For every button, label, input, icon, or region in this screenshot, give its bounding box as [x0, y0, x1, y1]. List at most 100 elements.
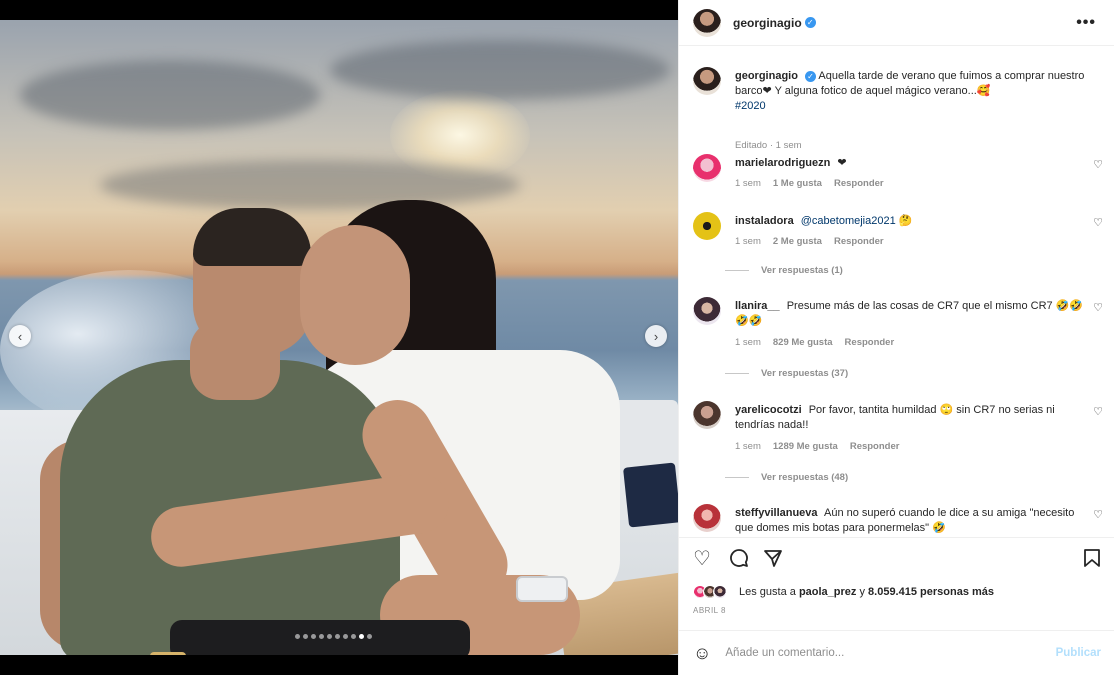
carousel-dot [343, 634, 348, 639]
share-icon[interactable] [763, 548, 783, 573]
avatar[interactable] [693, 504, 721, 532]
view-replies-label: Ver respuestas (37) [761, 368, 849, 379]
chevron-right-icon: › [653, 328, 659, 344]
likes-middle: y [856, 586, 869, 598]
avatar[interactable] [693, 212, 721, 240]
divider [725, 477, 749, 478]
reply-button[interactable]: Responder [845, 337, 895, 348]
comment-likes[interactable]: 2 Me gusta [773, 236, 822, 247]
carousel-dot [359, 634, 364, 639]
carousel-dot [311, 634, 316, 639]
divider [725, 270, 749, 271]
avatar[interactable] [693, 297, 721, 325]
comment-time: 1 sem [735, 337, 761, 348]
comment-meta: 1 sem 829 Me gusta Responder [735, 337, 894, 348]
post-photo[interactable] [0, 20, 678, 655]
publish-button[interactable]: Publicar [1056, 647, 1101, 659]
pillow [623, 462, 678, 528]
cloud [330, 40, 670, 100]
likes-count[interactable]: 8.059.415 personas más [868, 586, 994, 598]
avatar[interactable] [693, 67, 721, 95]
post-date: ABRIL 8 [693, 606, 726, 615]
heart-icon[interactable]: ♡ [1093, 405, 1103, 418]
comment-username[interactable]: yarelicocotzi [735, 404, 802, 416]
verified-badge-icon: ✓ [804, 70, 816, 82]
comment-time: 1 sem [735, 236, 761, 247]
wristwatch [516, 576, 568, 602]
cloud [20, 60, 320, 130]
carousel-dot [303, 634, 308, 639]
comment-time: 1 sem [735, 178, 761, 189]
avatar[interactable] [693, 154, 721, 182]
comment-text: 🤔 [895, 215, 913, 227]
comment-meta: 1 sem 1289 Me gusta Responder [735, 441, 899, 452]
carousel-prev-button[interactable]: ‹ [9, 325, 31, 347]
likes-summary[interactable]: Les gusta a paola_prez y 8.059.415 perso… [693, 585, 1103, 599]
view-replies-button[interactable]: Ver respuestas (1) [725, 265, 843, 276]
post-header: georginagio ✓ ••• [679, 0, 1114, 46]
caption-edited-time: Editado · 1 sem [735, 140, 802, 151]
view-replies-label: Ver respuestas (48) [761, 472, 849, 483]
reply-button[interactable]: Responder [834, 178, 884, 189]
comment-body: steffyvillanueva Aún no superó cuando le… [735, 506, 1085, 536]
comment-likes[interactable]: 1289 Me gusta [773, 441, 838, 452]
caption-meta: Editado · 1 sem [735, 140, 802, 151]
caption-body: georginagio ✓ Aquella tarde de verano que… [735, 69, 1085, 114]
caption-username[interactable]: georginagio [735, 70, 798, 82]
view-replies-label: Ver respuestas (1) [761, 265, 843, 276]
heart-icon[interactable]: ♡ [693, 548, 711, 570]
comment-input[interactable] [725, 647, 1056, 659]
heart-icon[interactable]: ♡ [1093, 508, 1103, 521]
cloud [100, 160, 520, 210]
chevron-left-icon: ‹ [17, 328, 23, 344]
heart-icon[interactable]: ♡ [1093, 158, 1103, 171]
reply-button[interactable]: Responder [850, 441, 900, 452]
comment-username[interactable]: marielarodriguezn [735, 157, 830, 169]
carousel-dot [295, 634, 300, 639]
avatar[interactable] [693, 401, 721, 429]
reply-button[interactable]: Responder [834, 236, 884, 247]
mention-link[interactable]: @cabetomejia2021 [801, 215, 896, 227]
carousel-dot [335, 634, 340, 639]
comment-composer: ☺ Publicar [679, 630, 1114, 675]
woman-head [300, 225, 410, 365]
carousel-dot [351, 634, 356, 639]
comment-username[interactable]: llanira__ [735, 300, 780, 312]
bracelet [150, 652, 186, 655]
comment-username[interactable]: steffyvillanueva [735, 507, 818, 519]
view-replies-button[interactable]: Ver respuestas (48) [725, 472, 848, 483]
liker-username[interactable]: paola_prez [799, 586, 856, 598]
comment-body: llanira__ Presume más de las cosas de CR… [735, 299, 1085, 329]
comment-body: instaladora @cabetomejia2021 🤔 [735, 214, 1085, 229]
carousel-dot [327, 634, 332, 639]
comment-text: Presume más de las cosas de CR7 que el m… [735, 300, 1084, 327]
comments-list[interactable]: georginagio ✓ Aquella tarde de verano que… [679, 47, 1114, 537]
post-actions-bar: ♡ [679, 537, 1114, 581]
comment-body: marielarodriguezn ❤ [735, 156, 1085, 171]
comment-meta: 1 sem 2 Me gusta Responder [735, 236, 884, 247]
likes-text: Les gusta a paola_prez y 8.059.415 perso… [739, 586, 994, 598]
comment-likes[interactable]: 1 Me gusta [773, 178, 822, 189]
comment-text: ❤ [837, 157, 847, 169]
hashtag-link[interactable]: #2020 [735, 100, 766, 112]
header-username[interactable]: georginagio [733, 16, 802, 30]
post-side-panel: georginagio ✓ ••• georginagio ✓ Aquella t… [678, 0, 1114, 675]
emoji-icon[interactable]: ☺ [693, 643, 711, 664]
heart-icon[interactable]: ♡ [1093, 301, 1103, 314]
divider [725, 373, 749, 374]
carousel-next-button[interactable]: › [645, 325, 667, 347]
post-media: ‹ › [0, 0, 678, 675]
avatar[interactable] [693, 8, 721, 37]
comment-username[interactable]: instaladora [735, 215, 794, 227]
comment-icon[interactable] [729, 548, 749, 573]
carousel-dot [319, 634, 324, 639]
more-options-icon[interactable]: ••• [1076, 14, 1096, 32]
bookmark-icon[interactable] [1083, 548, 1101, 573]
comment-likes[interactable]: 829 Me gusta [773, 337, 833, 348]
view-replies-button[interactable]: Ver respuestas (37) [725, 368, 848, 379]
comment-time: 1 sem [735, 441, 761, 452]
instagram-post-viewer: ‹ › georginagio ✓ ••• georginagio ✓ Aquel… [0, 0, 1114, 675]
heart-icon[interactable]: ♡ [1093, 216, 1103, 229]
comment-meta: 1 sem 1 Me gusta Responder [735, 178, 884, 189]
avatar [713, 585, 727, 599]
